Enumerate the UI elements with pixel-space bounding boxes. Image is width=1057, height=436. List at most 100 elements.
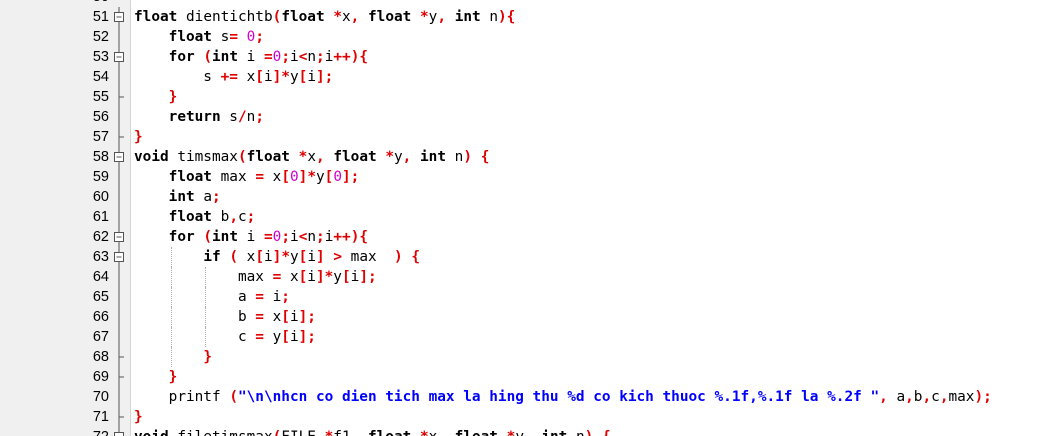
code-line[interactable]: 63 if ( x[i]*y[i] > max ) { xyxy=(0,247,1057,267)
fold-line-icon xyxy=(118,287,120,307)
line-number: 60 xyxy=(92,189,109,205)
code-token: ) xyxy=(463,149,473,165)
code-token: void xyxy=(134,429,169,436)
code-line[interactable]: 55 } xyxy=(0,87,1057,107)
line-number: 71 xyxy=(92,409,109,425)
fold-collapse-icon[interactable] xyxy=(113,47,126,67)
code-line[interactable]: 53 for (int i =0;i<n;i++){ xyxy=(0,47,1057,67)
code-token: ; xyxy=(255,29,264,45)
code-line[interactable]: 62 for (int i =0;i<n;i++){ xyxy=(0,227,1057,247)
code-token: * xyxy=(385,149,394,165)
code-token: ]* xyxy=(272,249,290,265)
code-text: return s/n; xyxy=(134,107,264,127)
code-token: y xyxy=(515,429,524,436)
code-token: ]* xyxy=(315,269,334,285)
code-token: x xyxy=(263,309,282,325)
code-token: ]* xyxy=(272,69,290,85)
fold-collapse-icon[interactable] xyxy=(113,7,126,27)
code-token: i xyxy=(263,249,273,265)
fold-end-icon xyxy=(118,347,124,367)
code-token: [ xyxy=(281,309,290,325)
line-number: 62 xyxy=(92,229,109,245)
code-line[interactable]: 66 b = x[i]; xyxy=(0,307,1057,327)
code-token: = xyxy=(264,49,273,65)
code-editor[interactable]: 5051float dientichtb(float *x, float *y,… xyxy=(0,0,1057,436)
line-number: 61 xyxy=(92,209,109,225)
code-token: [ xyxy=(298,269,308,285)
code-token: y xyxy=(289,249,299,265)
code-token: i xyxy=(263,289,282,305)
code-line[interactable]: 54 s += x[i]*y[i]; xyxy=(0,67,1057,87)
code-line[interactable]: 52 float s= 0; xyxy=(0,27,1057,47)
code-line[interactable]: 51 float dientichtb(float *x, float *y, i… xyxy=(0,7,1057,27)
code-token: , xyxy=(879,389,888,405)
code-line[interactable]: 70 printf ("\n\nhcn co dien tich max la … xyxy=(0,387,1057,407)
code-text: s += x[i]*y[i]; xyxy=(134,67,333,87)
code-token: ; xyxy=(246,209,256,225)
code-token: ){ xyxy=(498,9,516,25)
code-token: [ xyxy=(281,329,290,345)
code-token: [ xyxy=(281,169,290,185)
code-token: = xyxy=(255,289,264,305)
code-token: y xyxy=(263,329,282,345)
fold-collapse-icon[interactable] xyxy=(113,147,126,167)
code-token: x xyxy=(237,249,256,265)
fold-collapse-icon[interactable] xyxy=(113,427,126,436)
line-number: 50 xyxy=(0,0,109,7)
code-token: * xyxy=(333,9,342,25)
code-line[interactable]: 59 float max = x[0]*y[0]; xyxy=(0,167,1057,187)
code-line[interactable]: 69 } xyxy=(0,367,1057,387)
code-token: int xyxy=(212,229,238,245)
code-token: } xyxy=(203,349,212,365)
code-line[interactable]: 71} xyxy=(0,407,1057,427)
code-token: c xyxy=(134,329,256,345)
code-lines[interactable]: 5051float dientichtb(float *x, float *y,… xyxy=(0,0,1057,436)
code-token: [ xyxy=(298,69,308,85)
fold-line-icon xyxy=(118,67,120,87)
code-token: ( xyxy=(203,49,212,65)
code-token: b xyxy=(134,309,256,325)
fold-empty xyxy=(113,0,126,7)
code-line[interactable]: 50 xyxy=(0,0,1057,7)
code-token: > xyxy=(333,249,343,265)
code-line[interactable]: 58 void timsmax(float *x, float *y, int n… xyxy=(0,147,1057,167)
code-token: ]; xyxy=(315,69,334,85)
code-token: y xyxy=(394,149,403,165)
line-number: 52 xyxy=(92,29,109,45)
code-line[interactable]: 60 int a; xyxy=(0,187,1057,207)
line-number: 69 xyxy=(92,369,109,385)
code-token: float xyxy=(168,169,212,185)
code-token: i xyxy=(350,269,360,285)
fold-collapse-icon[interactable] xyxy=(113,227,126,247)
code-token: i xyxy=(290,229,299,245)
code-line[interactable]: 57} xyxy=(0,127,1057,147)
fold-end-icon xyxy=(118,367,124,387)
code-line[interactable]: 56 return s/n; xyxy=(0,107,1057,127)
code-line[interactable]: 64 max = x[i]*y[i]; xyxy=(0,267,1057,287)
code-line[interactable]: 65 a = i; xyxy=(0,287,1057,307)
code-token: ) xyxy=(394,249,403,265)
code-token: y xyxy=(289,69,299,85)
code-token: = xyxy=(255,169,264,185)
code-token: max xyxy=(342,249,394,265)
code-token: ; xyxy=(255,109,264,125)
code-token: timsmax xyxy=(168,149,238,165)
code-line[interactable]: 67 c = y[i]; xyxy=(0,327,1057,347)
code-text: } xyxy=(134,407,143,427)
code-token: { xyxy=(602,429,611,436)
code-line[interactable]: 72void filetimsmax(FILE *f1, float *x, f… xyxy=(0,427,1057,436)
code-text: void timsmax(float *x, float *y, int n) … xyxy=(134,147,489,167)
code-token: ; xyxy=(281,229,291,245)
fold-collapse-icon[interactable] xyxy=(113,247,126,267)
code-token: ( xyxy=(229,389,238,405)
code-text: float b,c; xyxy=(134,207,256,227)
code-line[interactable]: 68 } xyxy=(0,347,1057,367)
code-token: s xyxy=(220,109,238,125)
code-line[interactable]: 61 float b,c; xyxy=(0,207,1057,227)
